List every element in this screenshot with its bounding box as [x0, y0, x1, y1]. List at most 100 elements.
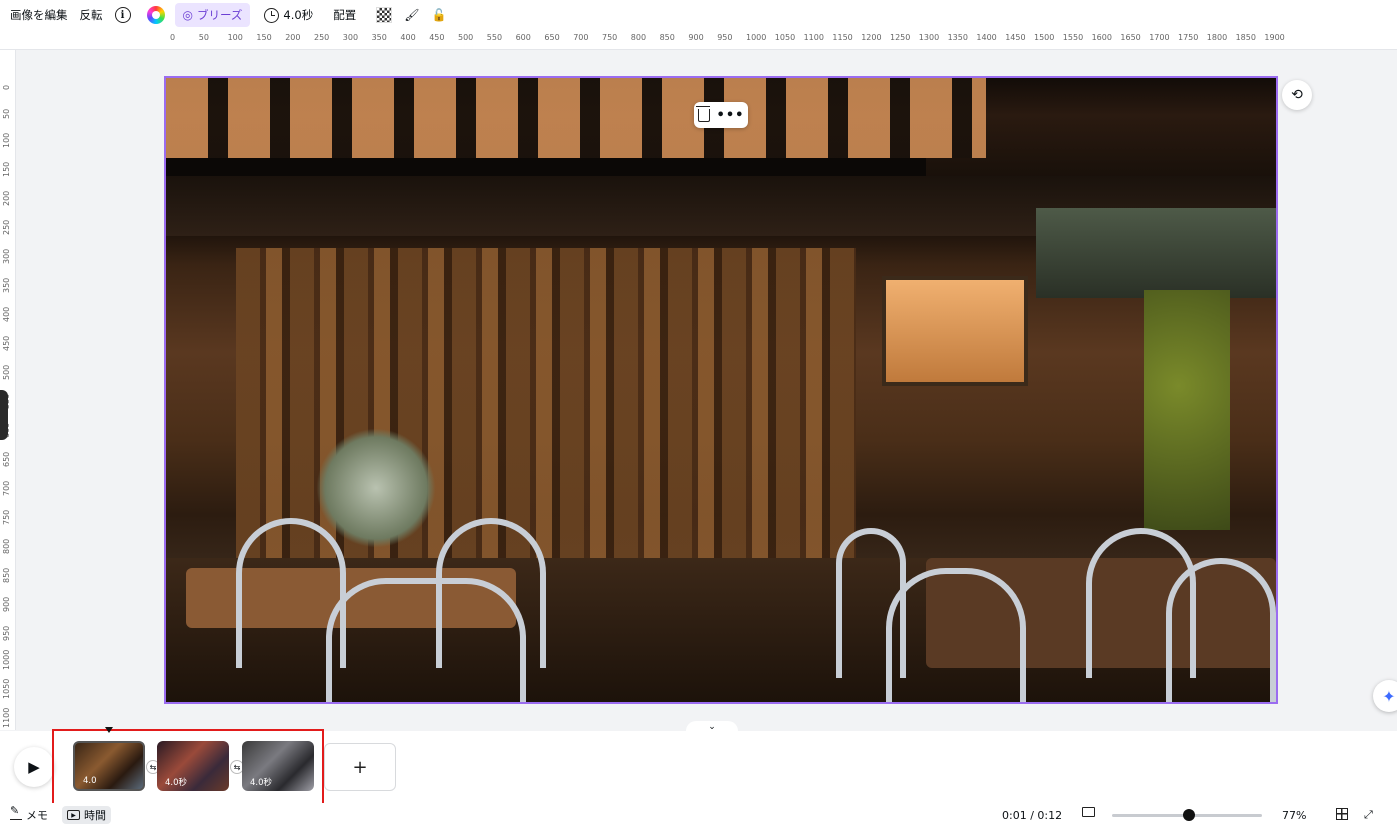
ruler-tick-label: 950: [717, 33, 733, 42]
ruler-tick-label: 250: [2, 219, 11, 235]
breeze-label: ブリーズ: [196, 8, 243, 22]
ruler-tick-label: 1450: [1005, 33, 1026, 42]
flip-button[interactable]: 反転: [74, 3, 109, 27]
ruler-tick-label: 200: [2, 190, 11, 206]
ruler-tick-label: 850: [2, 567, 11, 583]
ruler-tick-label: 100: [2, 132, 11, 148]
ruler-tick-label: 50: [198, 33, 209, 42]
ruler-tick-label: 1050: [774, 33, 796, 42]
edit-image-button[interactable]: 画像を編集: [0, 3, 74, 27]
sparkle-icon: ✦: [1382, 686, 1396, 706]
transparency-icon: [376, 7, 393, 23]
timecode-text: 0:01 / 0:12: [1002, 808, 1063, 822]
chair: [886, 568, 1026, 702]
zoom-level[interactable]: 77%: [1282, 809, 1306, 822]
info-button[interactable]: i: [109, 3, 137, 27]
ruler-tick-label: 400: [400, 33, 416, 42]
fit-view-button[interactable]: [1082, 807, 1095, 817]
ruler-tick-label: 1650: [1120, 33, 1141, 42]
memo-label: メモ: [26, 809, 48, 822]
shelf-beam: [166, 158, 926, 176]
ruler-tick-label: 550: [486, 33, 503, 42]
transparency-button[interactable]: [362, 3, 398, 27]
ruler-tick-label: 1100: [2, 707, 11, 728]
ruler-tick-label: 700: [2, 480, 11, 496]
grid-icon: [1336, 808, 1348, 820]
comment-button[interactable]: ⟲: [1282, 80, 1312, 110]
fullscreen-button[interactable]: ⤢: [1364, 808, 1373, 822]
ruler-tick-label: 450: [2, 335, 11, 351]
chair: [326, 578, 526, 702]
restaurant-interior-image[interactable]: [166, 78, 1276, 702]
ruler-tick-label: 150: [256, 33, 272, 42]
ruler-tick-label: 1700: [1149, 33, 1170, 42]
screen-icon: [1082, 807, 1095, 817]
ruler-tick-label: 1550: [1062, 33, 1084, 42]
timeline-icon: ▶: [67, 810, 80, 820]
playhead-marker[interactable]: [105, 727, 113, 733]
ruler-tick-label: 0: [170, 33, 176, 42]
duration-label: 4.0秒: [283, 8, 314, 22]
trash-icon[interactable]: [695, 105, 710, 122]
ruler-tick-label: 850: [659, 33, 675, 42]
zoom-slider-thumb[interactable]: [1183, 809, 1195, 821]
side-panel-handle[interactable]: [0, 390, 8, 440]
clock-icon: [264, 7, 280, 23]
vase-shelf: [166, 78, 986, 158]
copy-style-button[interactable]: 🖌: [398, 3, 425, 27]
ruler-tick-label: 300: [2, 248, 11, 264]
duration-button[interactable]: 4.0秒: [250, 3, 319, 27]
ruler-tick-label: 1400: [976, 33, 997, 42]
clip-duration: 4.0秒: [250, 778, 273, 788]
clip-3[interactable]: 4.0秒: [242, 741, 314, 791]
comment-icon: ⟲: [1291, 87, 1303, 103]
ruler-tick-label: 1100: [803, 33, 824, 42]
ruler-tick-label: 1750: [1178, 33, 1199, 42]
grid-view-button[interactable]: [1336, 808, 1348, 820]
ruler-tick-label: 1000: [2, 649, 11, 670]
position-label: 配置: [333, 8, 357, 22]
more-options-icon[interactable]: •••: [717, 108, 745, 123]
expand-icon: ⤢: [1364, 808, 1373, 821]
ruler-tick-label: 1200: [861, 33, 882, 42]
time-tab[interactable]: ▶ 時間: [62, 806, 111, 824]
ruler-tick-label: 1150: [832, 33, 853, 42]
color-button[interactable]: [137, 3, 175, 27]
lock-button[interactable]: 🔓: [425, 3, 452, 27]
horizontal-ruler: 0 50 100 150 200 250 300 350 400 450 500 550 600 650 7…: [0, 30, 1397, 50]
paint-roller-icon: 🖌: [404, 8, 420, 22]
ruler-tick-label: 900: [2, 596, 11, 612]
ruler-tick-label: 50: [2, 108, 11, 119]
clip-1[interactable]: 4.0: [73, 741, 145, 791]
ruler-tick-label: 750: [2, 509, 11, 525]
memo-button[interactable]: メモ: [10, 804, 48, 823]
flower-arrangement: [316, 428, 436, 548]
timeline-panel: ▶ 4.0 ⇆ 4.0秒 ⇆ 4.0秒 +: [0, 727, 1397, 805]
plus-icon: +: [352, 756, 368, 778]
ruler-tick-label: 1300: [918, 33, 940, 42]
ruler-tick-label: 650: [544, 33, 560, 42]
timecode: 0:01 / 0:12: [1002, 809, 1062, 822]
glass-cabinet: [882, 276, 1028, 386]
info-icon: i: [114, 7, 131, 23]
ruler-tick-label: 150: [2, 161, 11, 177]
zoom-percent: 77%: [1282, 808, 1307, 822]
floating-element-toolbar: •••: [694, 102, 748, 128]
add-page-button[interactable]: +: [324, 743, 396, 791]
ruler-tick-label: 1600: [1091, 33, 1112, 42]
ruler-tick-label: 500: [2, 364, 11, 380]
pencil-icon: [10, 804, 22, 820]
play-icon: ▶: [28, 758, 40, 776]
canvas-page[interactable]: [164, 76, 1278, 704]
magic-assistant-button[interactable]: ✦: [1373, 680, 1397, 712]
ruler-tick-label: 100: [227, 33, 243, 42]
ruler-tick-label: 900: [688, 33, 704, 42]
ruler-tick-label: 1350: [947, 33, 968, 42]
ruler-tick-label: 0: [2, 84, 11, 90]
play-button[interactable]: ▶: [14, 747, 54, 787]
ornate-arch: [1036, 208, 1276, 298]
position-button[interactable]: 配置: [319, 3, 362, 27]
breeze-animation-button[interactable]: ◎ ブリーズ: [174, 3, 251, 27]
clip-2[interactable]: 4.0秒: [157, 741, 229, 791]
ruler-tick-label: 700: [573, 33, 589, 42]
